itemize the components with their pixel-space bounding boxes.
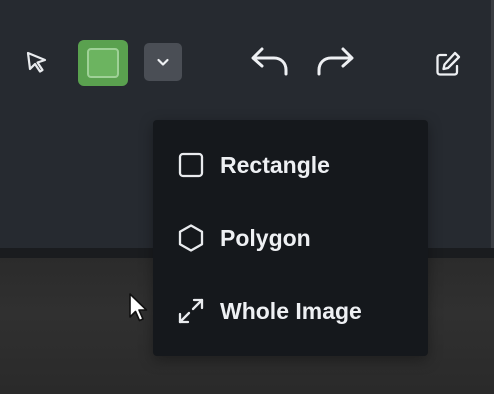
undo-icon	[251, 47, 288, 76]
menu-item-label: Polygon	[220, 224, 311, 251]
color-swatch-button[interactable]	[78, 40, 128, 86]
shape-menu: Rectangle Polygon Whole Image	[153, 120, 428, 356]
menu-item-label: Rectangle	[220, 151, 330, 178]
redo-button[interactable]	[314, 44, 358, 80]
shape-dropdown-toggle[interactable]	[144, 43, 182, 81]
color-swatch-inner	[87, 48, 119, 78]
edit-button[interactable]	[430, 46, 466, 82]
menu-item-polygon[interactable]: Polygon	[153, 208, 428, 268]
mouse-pointer-icon	[129, 293, 148, 322]
undo-button[interactable]	[247, 44, 291, 80]
menu-item-label: Whole Image	[220, 297, 362, 324]
square-icon	[176, 150, 206, 180]
expand-arrows-icon	[176, 296, 206, 326]
chevron-down-icon	[157, 58, 169, 66]
redo-icon	[317, 47, 354, 76]
menu-item-whole-image[interactable]: Whole Image	[153, 281, 428, 341]
cursor-arrow-icon	[26, 51, 47, 73]
select-tool-button[interactable]	[20, 46, 54, 80]
edit-icon	[436, 51, 461, 76]
menu-item-rectangle[interactable]: Rectangle	[153, 135, 428, 195]
hexagon-icon	[176, 223, 206, 253]
